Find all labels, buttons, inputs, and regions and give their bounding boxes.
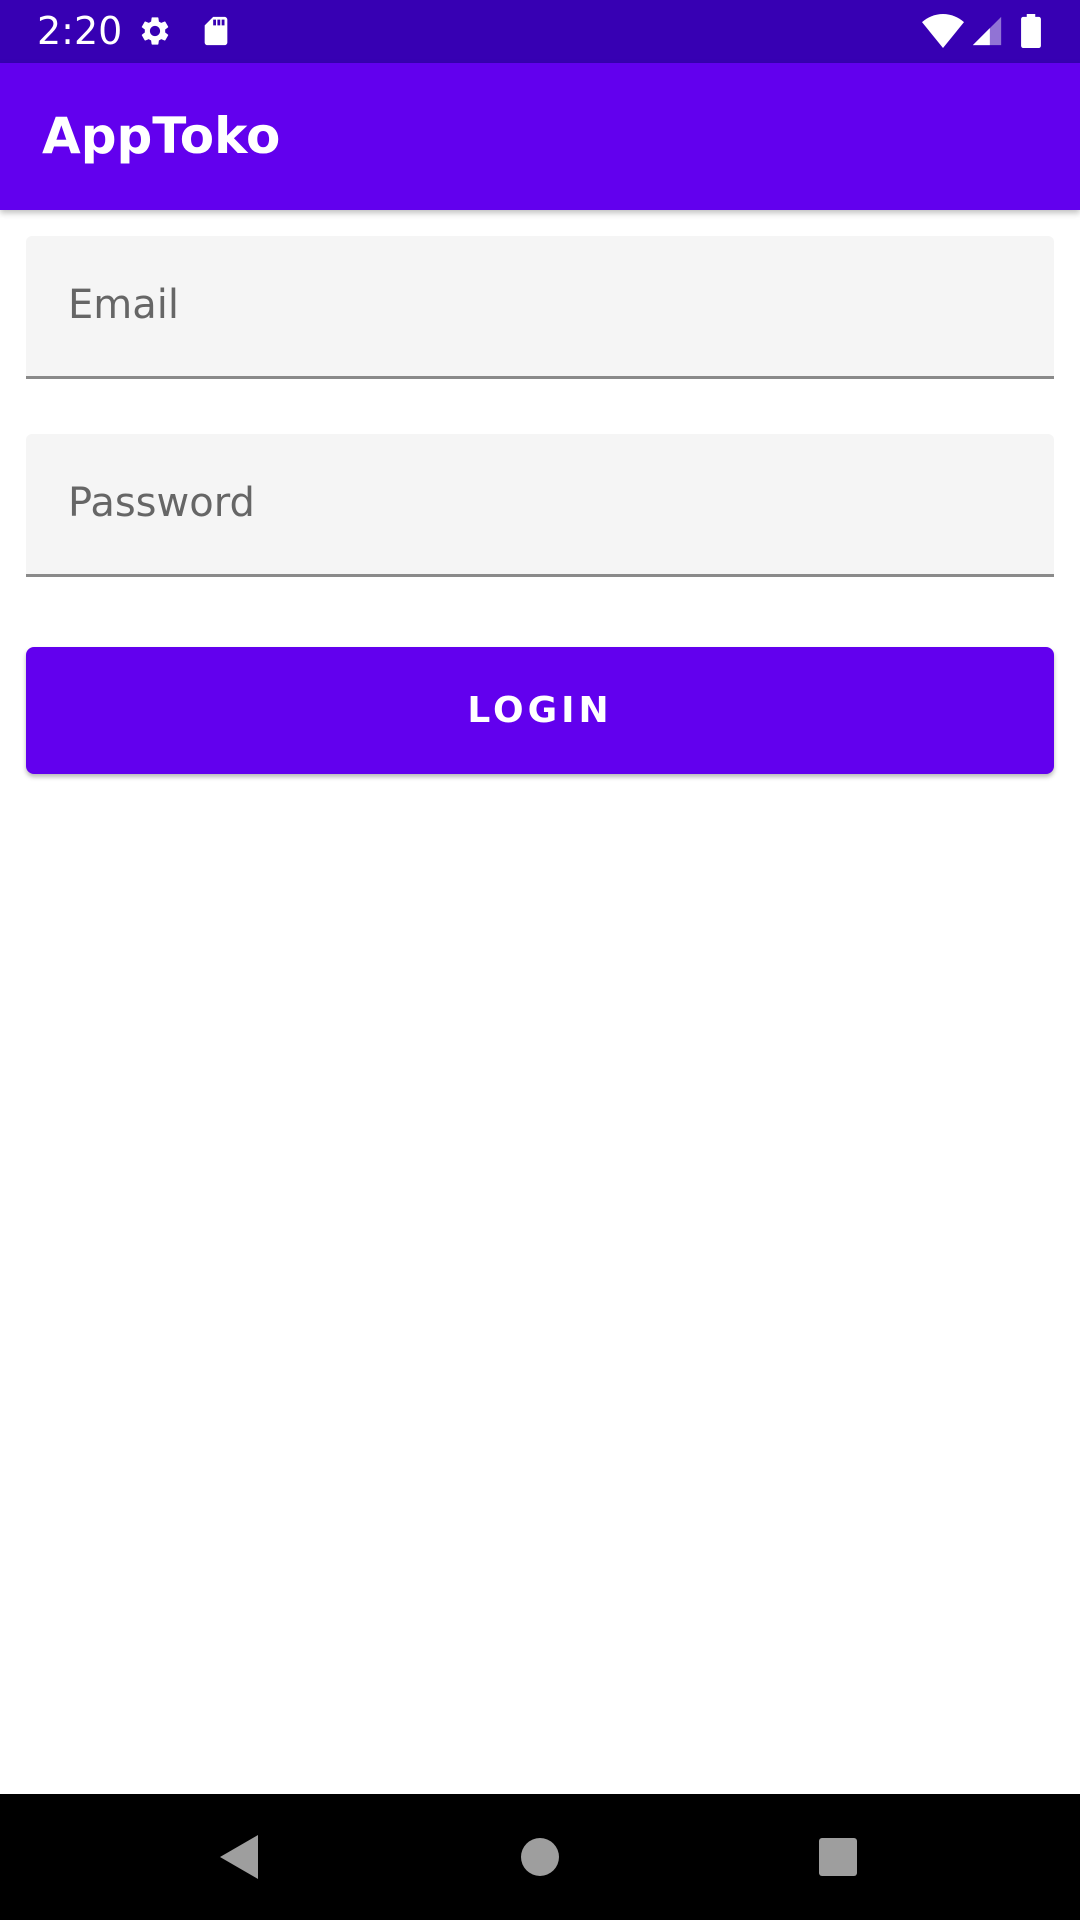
battery-icon [1020, 14, 1042, 48]
email-field[interactable]: Email [26, 236, 1054, 379]
recents-icon[interactable] [808, 1827, 868, 1887]
home-icon[interactable] [510, 1827, 570, 1887]
gear-icon [138, 14, 172, 48]
status-bar: 2:20 [0, 0, 1080, 63]
back-icon[interactable] [210, 1827, 270, 1887]
sd-card-icon [199, 14, 233, 48]
app-title: AppToko [42, 107, 281, 165]
login-screen: 2:20 AppToko Email Password LOGIN [0, 0, 1080, 1920]
login-button-label: LOGIN [467, 690, 613, 731]
email-placeholder: Email [68, 282, 179, 328]
login-button[interactable]: LOGIN [26, 647, 1054, 774]
app-bar: AppToko [0, 63, 1080, 210]
password-field[interactable]: Password [26, 434, 1054, 577]
wifi-icon [922, 14, 964, 48]
status-time: 2:20 [37, 9, 123, 53]
password-placeholder: Password [68, 480, 255, 526]
cell-signal-icon [970, 14, 1004, 48]
navigation-bar [0, 1794, 1080, 1920]
